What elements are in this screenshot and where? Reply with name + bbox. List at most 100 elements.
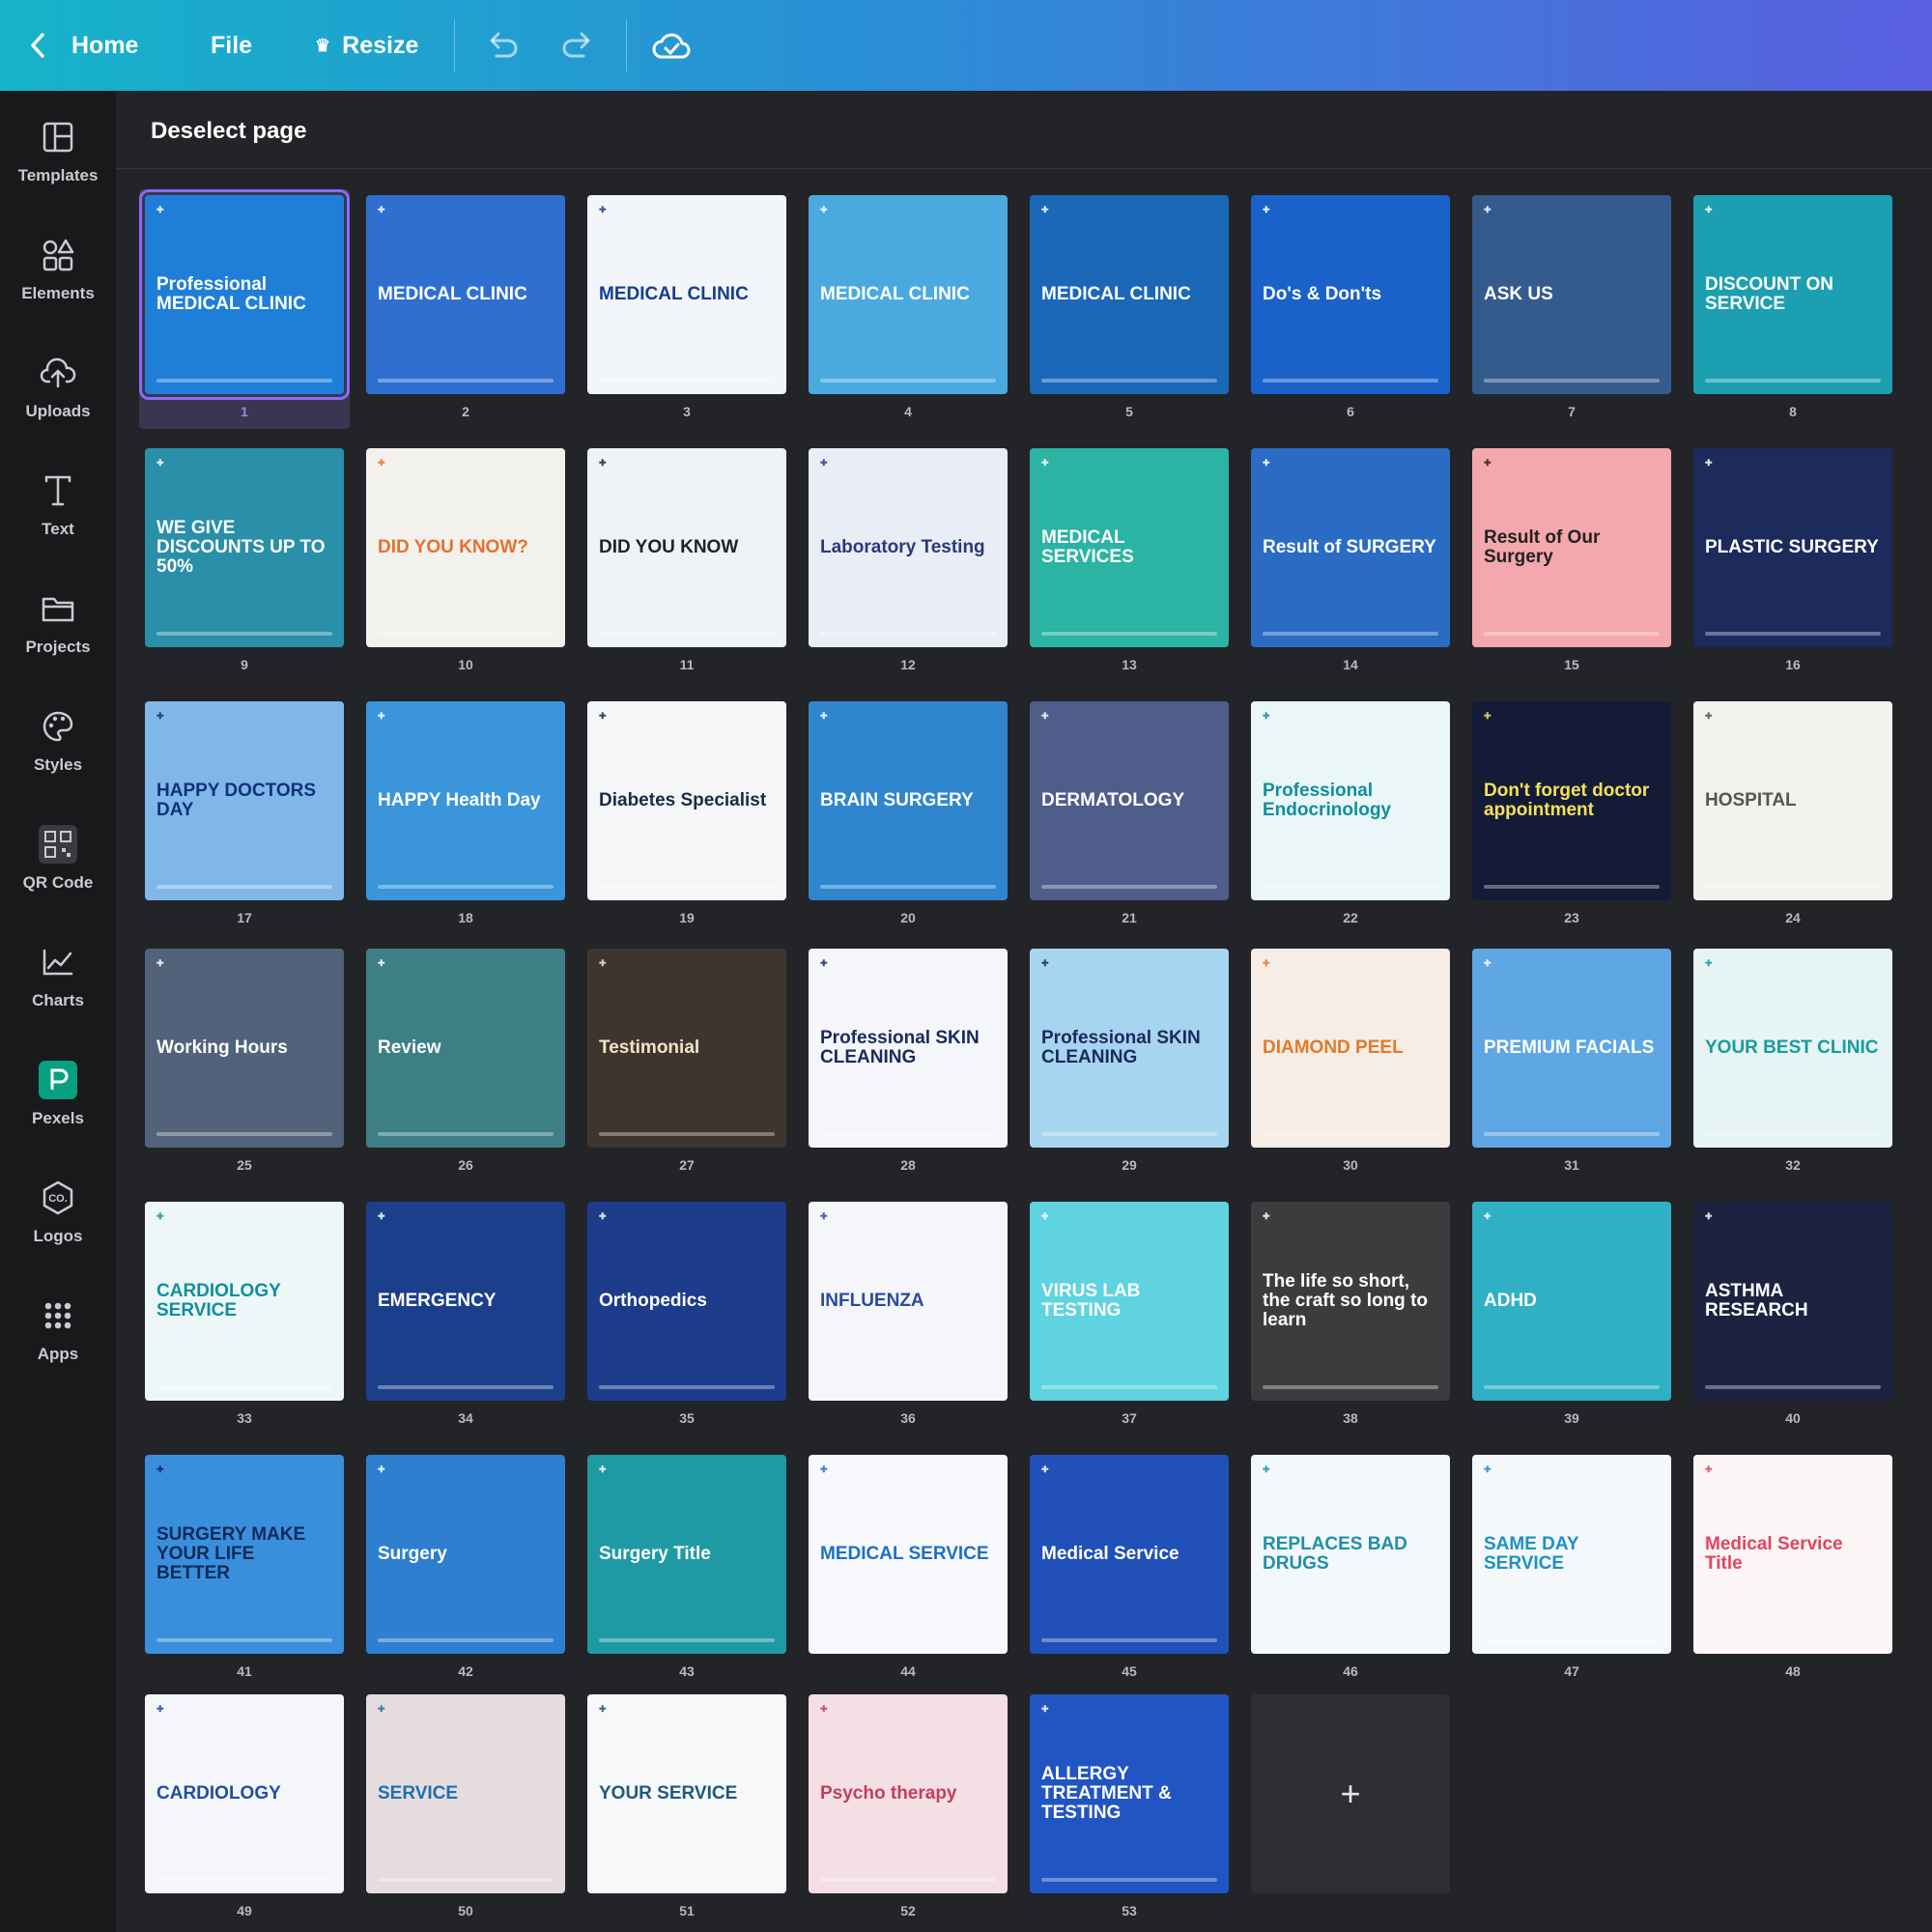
page-thumbnail[interactable]: ✚ REPLACES BAD DRUGS [1251, 1455, 1450, 1654]
thumbnail-footer-bar [1263, 1638, 1438, 1642]
file-menu-button[interactable]: File [211, 16, 252, 74]
page-thumbnail[interactable]: ✚ CARDIOLOGY [145, 1694, 344, 1893]
thumbnail-logo-mark: ✚ [156, 1211, 165, 1221]
page-thumbnail[interactable]: ✚ WE GIVE DISCOUNTS UP TO 50% [145, 448, 344, 647]
thumbnail-logo-mark: ✚ [599, 1704, 608, 1714]
page-thumbnail[interactable]: ✚ Testimonial [587, 949, 786, 1148]
page-thumbnail[interactable]: ✚ YOUR SERVICE [587, 1694, 786, 1893]
page-thumbnail[interactable]: ✚ SURGERY MAKE YOUR LIFE BETTER [145, 1455, 344, 1654]
page-thumbnail[interactable]: ✚ Surgery [366, 1455, 565, 1654]
page-thumbnail[interactable]: ✚ Orthopedics [587, 1202, 786, 1401]
sidebar-item-apps[interactable]: Apps [0, 1269, 116, 1376]
page-thumbnail[interactable]: ✚ MEDICAL CLINIC [1030, 195, 1229, 394]
page-thumbnail[interactable]: ✚ ALLERGY TREATMENT & TESTING [1030, 1694, 1229, 1893]
page-thumbnail[interactable]: ✚ HAPPY Health Day [366, 701, 565, 900]
page-number: 35 [679, 1410, 695, 1426]
page-thumbnail[interactable]: ✚ HOSPITAL [1693, 701, 1892, 900]
thumbnail-title: CARDIOLOGY SERVICE [156, 1281, 281, 1321]
page-number: 28 [900, 1157, 916, 1173]
page-thumbnail[interactable]: ✚ Don't forget doctor appointment [1472, 701, 1671, 900]
page-thumbnail[interactable]: ✚ VIRUS LAB TESTING [1030, 1202, 1229, 1401]
thumbnail-footer-bar [378, 1878, 554, 1882]
page-thumbnail[interactable]: ✚ MEDICAL CLINIC [809, 195, 1008, 394]
page-thumbnail[interactable]: ✚ SAME DAY SERVICE [1472, 1455, 1671, 1654]
sidebar-item-qr-code[interactable]: QR Code [0, 798, 116, 904]
page-thumbnail[interactable]: ✚ Surgery Title [587, 1455, 786, 1654]
page-number: 30 [1343, 1157, 1358, 1173]
page-thumbnail[interactable]: ✚ Working Hours [145, 949, 344, 1148]
sidebar-item-text[interactable]: Text [0, 444, 116, 551]
page-thumbnail[interactable]: ✚ CARDIOLOGY SERVICE [145, 1202, 344, 1401]
page-thumbnail[interactable]: ✚ Professional MEDICAL CLINIC [139, 189, 350, 400]
home-button[interactable]: Home [29, 16, 138, 74]
sidebar-item-styles[interactable]: Styles [0, 680, 116, 786]
sidebar-item-projects[interactable]: Projects [0, 562, 116, 668]
thumbnail-title: EMERGENCY [378, 1291, 497, 1312]
page-thumbnail[interactable]: ✚ Result of SURGERY [1251, 448, 1450, 647]
page-thumbnail[interactable]: ✚ Review [366, 949, 565, 1148]
page-thumbnail[interactable]: ✚ ADHD [1472, 1202, 1671, 1401]
page-thumbnail[interactable]: ✚ PREMIUM FACIALS [1472, 949, 1671, 1148]
thumbnail-title: Professional Endocrinology [1263, 781, 1391, 820]
page-thumbnail[interactable]: ✚ Professional SKIN CLEANING [1030, 949, 1229, 1148]
page-thumbnail[interactable]: ✚ Result of Our Surgery [1472, 448, 1671, 647]
page-thumbnail[interactable]: ✚ DID YOU KNOW? [366, 448, 565, 647]
page-number: 40 [1785, 1410, 1801, 1426]
page-thumbnail[interactable]: ✚ SERVICE [366, 1694, 565, 1893]
page-thumbnail[interactable]: ✚ ASK US [1472, 195, 1671, 394]
redo-button[interactable] [554, 21, 602, 70]
page-thumbnail[interactable]: ✚ The life so short, the craft so long to… [1251, 1202, 1450, 1401]
thumbnail-logo-mark: ✚ [156, 711, 165, 721]
sidebar-item-elements[interactable]: Elements [0, 209, 116, 315]
page-thumbnail[interactable]: ✚ ASTHMA RESEARCH [1693, 1202, 1892, 1401]
page-thumbnail[interactable]: ✚ MEDICAL SERVICE [809, 1455, 1008, 1654]
thumbnail-title: CARDIOLOGY [156, 1783, 281, 1804]
page-thumbnail[interactable]: ✚ Do's & Don'ts [1251, 195, 1450, 394]
page-thumbnail[interactable]: ✚ YOUR BEST CLINIC [1693, 949, 1892, 1148]
page-thumbnail[interactable]: ✚ PLASTIC SURGERY [1693, 448, 1892, 647]
page-thumbnail[interactable]: ✚ MEDICAL SERVICES [1030, 448, 1229, 647]
page-thumbnail[interactable]: ✚ Medical Service Title [1693, 1455, 1892, 1654]
page-thumbnail[interactable]: ✚ Psycho therapy [809, 1694, 1008, 1893]
page-thumbnail[interactable]: ✚ Professional SKIN CLEANING [809, 949, 1008, 1148]
thumbnail-logo-mark: ✚ [1705, 1211, 1714, 1221]
sidebar-item-logos[interactable]: CO. Logos [0, 1151, 116, 1258]
page-thumbnail[interactable]: ✚ EMERGENCY [366, 1202, 565, 1401]
page-thumbnail[interactable]: ✚ Diabetes Specialist [587, 701, 786, 900]
undo-button[interactable] [478, 21, 526, 70]
thumbnail-footer-bar [1041, 885, 1217, 889]
page-thumbnail[interactable]: ✚ DERMATOLOGY [1030, 701, 1229, 900]
thumbnail-footer-bar [820, 885, 996, 889]
chart-icon [39, 943, 77, 981]
page-thumbnail[interactable]: ✚ MEDICAL CLINIC [587, 195, 786, 394]
page-thumbnail[interactable]: ✚ MEDICAL CLINIC [366, 195, 565, 394]
thumbnail-title: Medical Service Title [1705, 1534, 1843, 1574]
sidebar-item-charts[interactable]: Charts [0, 916, 116, 1022]
page-thumbnail[interactable]: ✚ Laboratory Testing [809, 448, 1008, 647]
thumbnail-footer-bar [1484, 1385, 1660, 1389]
thumbnail-title: Working Hours [156, 1037, 288, 1059]
page-thumbnail[interactable]: ✚ Professional Endocrinology [1251, 701, 1450, 900]
thumbnail-logo-mark: ✚ [820, 711, 829, 721]
page-thumbnail[interactable]: ✚ Medical Service [1030, 1455, 1229, 1654]
page-thumbnail[interactable]: ✚ DIAMOND PEEL [1251, 949, 1450, 1148]
thumbnail-footer-bar [1263, 1385, 1438, 1389]
page-thumbnail[interactable]: ✚ BRAIN SURGERY [809, 701, 1008, 900]
page-thumbnail[interactable]: ✚ DID YOU KNOW [587, 448, 786, 647]
add-page-button[interactable]: + [1251, 1694, 1450, 1893]
save-status-button[interactable] [647, 21, 696, 70]
page-thumbnail[interactable]: ✚ DISCOUNT ON SERVICE [1693, 195, 1892, 394]
resize-button[interactable]: ♛ Resize [315, 16, 418, 74]
thumbnail-footer-bar [156, 885, 332, 889]
sidebar-item-uploads[interactable]: Uploads [0, 327, 116, 433]
home-label: Home [71, 31, 139, 59]
pexels-icon [39, 1061, 77, 1099]
page-thumbnail[interactable]: ✚ HAPPY DOCTORS DAY [145, 701, 344, 900]
thumbnail-logo-mark: ✚ [156, 958, 165, 968]
sidebar-item-label: Apps [37, 1345, 79, 1363]
deselect-page-button[interactable]: Deselect page [151, 118, 306, 145]
thumbnail-footer-bar [1705, 379, 1881, 383]
page-thumbnail[interactable]: ✚ INFLUENZA [809, 1202, 1008, 1401]
sidebar-item-pexels[interactable]: Pexels [0, 1034, 116, 1140]
sidebar-item-templates[interactable]: Templates [0, 91, 116, 197]
